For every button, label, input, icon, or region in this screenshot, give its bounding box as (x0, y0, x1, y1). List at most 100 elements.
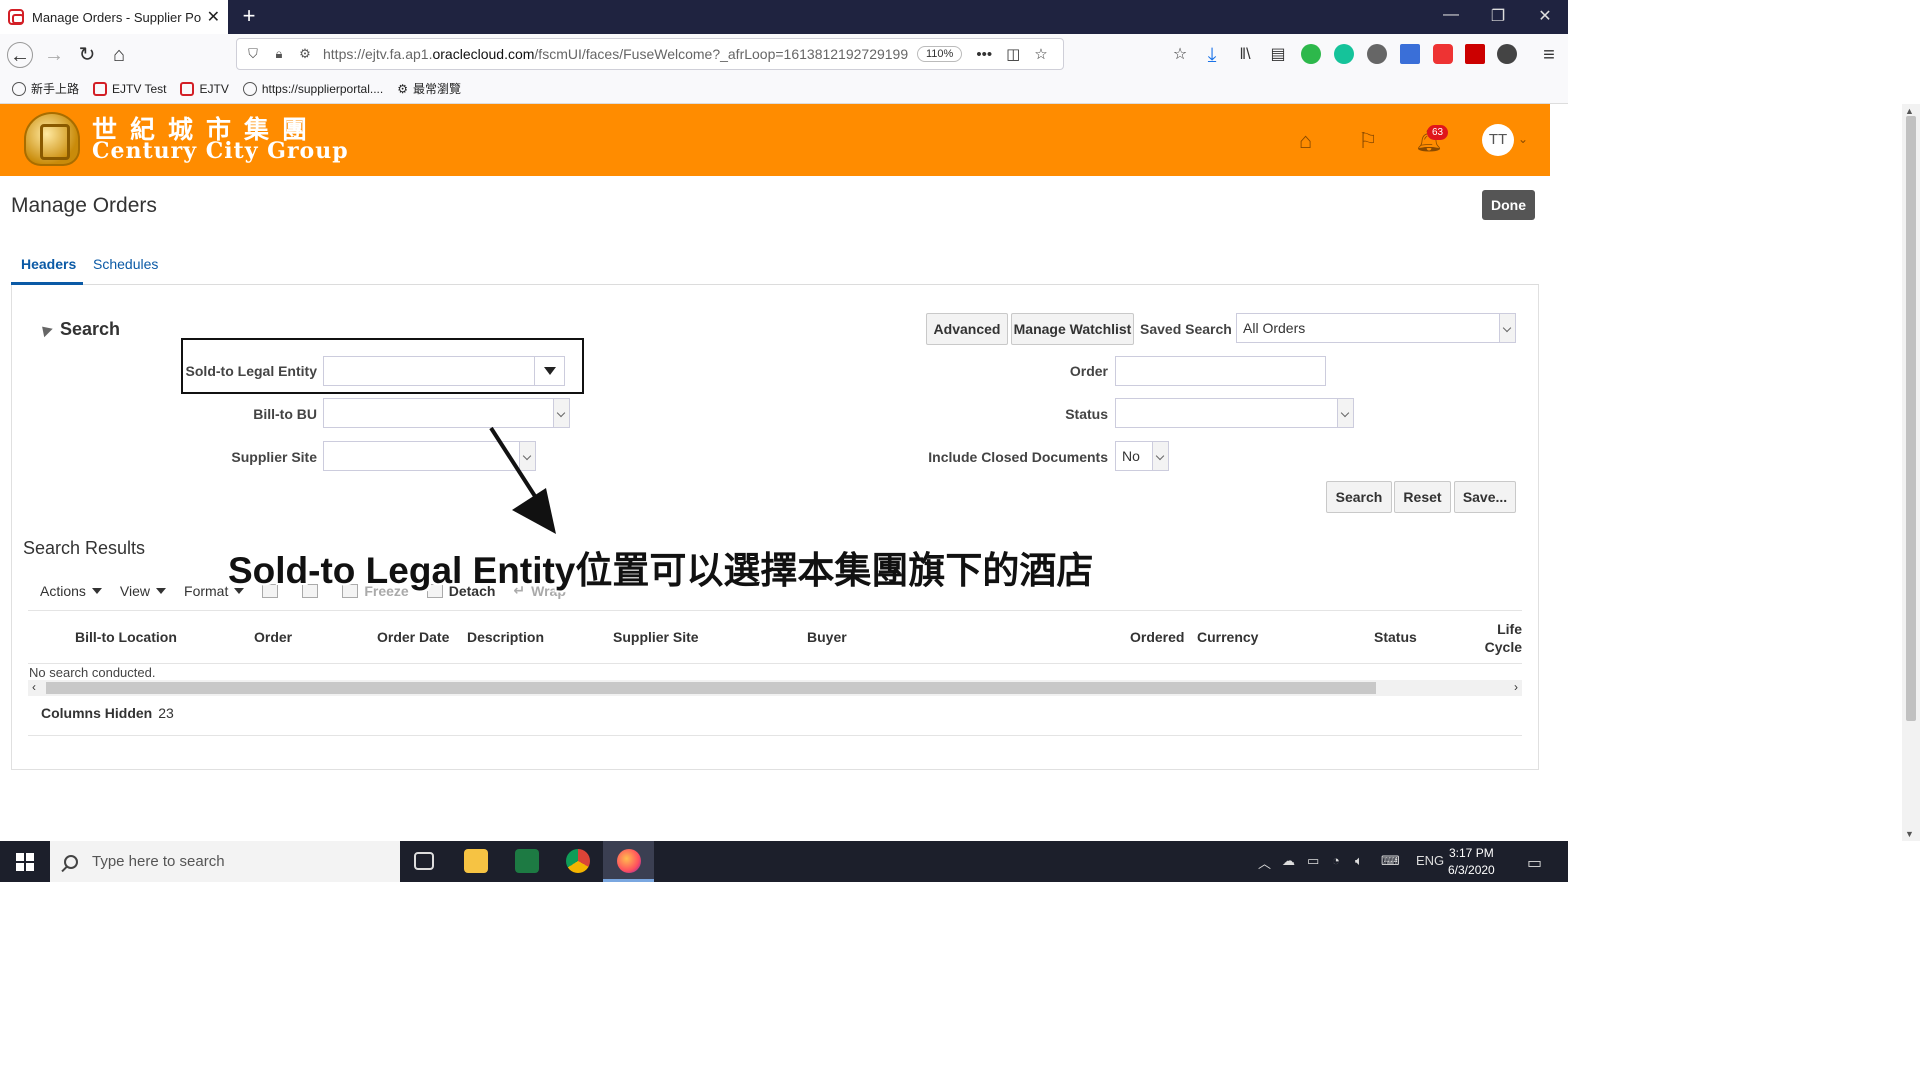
include-closed-select[interactable]: No (1115, 441, 1169, 471)
reading-list-icon[interactable]: ☆ (1167, 42, 1193, 68)
column-header[interactable]: Currency (1197, 629, 1258, 645)
chevron-up-icon[interactable]: ︿ (1258, 853, 1271, 872)
home-icon[interactable]: ⌂ (106, 42, 132, 68)
bookmark-item[interactable]: EJTV Test (93, 81, 166, 96)
window-close-icon[interactable]: ✕ (1530, 6, 1560, 26)
caret-down-icon (91, 587, 102, 594)
taskbar-search-box[interactable]: Type here to search (50, 841, 400, 882)
oracle-icon (93, 81, 108, 96)
done-button[interactable]: Done (1482, 190, 1535, 220)
browser-tab[interactable]: Manage Orders - Supplier Porta ✕ (0, 0, 228, 34)
chevron-down-icon[interactable] (1337, 399, 1353, 427)
column-header[interactable]: Order (254, 629, 292, 645)
forward-icon[interactable]: → (41, 42, 67, 68)
language-indicator[interactable]: ENG (1416, 853, 1444, 868)
scroll-right-icon[interactable]: › (1514, 680, 1518, 694)
column-header[interactable]: Ordered (1130, 629, 1184, 645)
actions-menu[interactable]: Actions (40, 583, 102, 599)
url-text[interactable]: https://ejtv.fa.ap1.oraclecloud.com/fscm… (323, 46, 911, 62)
file-explorer-icon[interactable] (464, 849, 488, 873)
download-icon[interactable]: ⤓ (1199, 42, 1225, 68)
volume-icon[interactable]: 🔈︎ (1355, 853, 1363, 869)
sold-to-legal-entity-select[interactable] (323, 356, 565, 386)
extension-pdf-icon[interactable] (1465, 44, 1485, 64)
page-actions-icon[interactable]: ••• (976, 46, 992, 63)
chevron-down-icon[interactable] (553, 399, 569, 427)
extension-check-icon[interactable] (1301, 44, 1321, 64)
minimize-icon[interactable]: — (1436, 6, 1466, 24)
extension-misc-icon[interactable] (1497, 44, 1517, 64)
firefox-icon[interactable] (617, 849, 641, 873)
scroll-thumb[interactable] (46, 682, 1376, 694)
avatar[interactable]: TT (1482, 124, 1514, 156)
extension-grammarly-icon[interactable] (1334, 44, 1354, 64)
reload-icon[interactable]: ↻ (74, 42, 100, 68)
scroll-thumb[interactable] (1906, 116, 1916, 721)
action-center-icon[interactable]: ▭ (1527, 853, 1542, 873)
scroll-left-icon[interactable]: ‹ (32, 680, 36, 694)
menu-icon[interactable]: ≡ (1536, 42, 1562, 68)
sidebar-icon[interactable]: ▤ (1265, 42, 1291, 68)
url-bar[interactable]: ⛉ 🔒︎ ⚙ https://ejtv.fa.ap1.oraclecloud.c… (236, 38, 1064, 70)
onedrive-icon[interactable]: ☁ (1282, 853, 1295, 869)
windows-start-icon[interactable] (16, 853, 34, 871)
century-city-logo-icon[interactable] (24, 112, 80, 166)
scroll-down-icon[interactable]: ▼ (1905, 829, 1914, 839)
bookmark-item[interactable]: EJTV (180, 81, 229, 96)
column-header[interactable]: Life Cycle (1476, 620, 1522, 656)
extension-bookmark-icon[interactable] (1400, 44, 1420, 64)
taskbar-clock[interactable]: 3:17 PM 6/3/2020 (1448, 845, 1495, 879)
status-select[interactable] (1115, 398, 1354, 428)
column-header[interactable]: Bill-to Location (75, 629, 177, 645)
reset-button[interactable]: Reset (1394, 481, 1451, 513)
search-section-header[interactable]: Search (37, 319, 120, 340)
home-icon[interactable]: ⌂ (1299, 128, 1312, 154)
chevron-down-icon[interactable]: ⌄ (1518, 132, 1528, 146)
pocket-icon[interactable]: ◫ (1006, 45, 1020, 63)
scroll-up-icon[interactable]: ▲ (1905, 106, 1914, 116)
save-search-button[interactable]: Save... (1454, 481, 1516, 513)
tab-headers[interactable]: Headers (21, 256, 76, 272)
chevron-down-icon[interactable] (1152, 442, 1168, 470)
column-header[interactable]: Buyer (807, 629, 847, 645)
task-view-icon[interactable] (414, 852, 434, 870)
battery-icon[interactable]: ▭ (1307, 853, 1319, 869)
bookmark-item[interactable]: https://supplierportal.... (242, 81, 383, 96)
vertical-scrollbar[interactable]: ▲ ▼ (1902, 104, 1920, 841)
column-header[interactable]: Status (1374, 629, 1417, 645)
zoom-level[interactable]: 110% (917, 46, 963, 62)
wifi-icon[interactable]: ◔ (1332, 853, 1340, 868)
flag-icon[interactable]: ⚐ (1358, 128, 1378, 154)
order-input[interactable] (1115, 356, 1326, 386)
chrome-icon[interactable] (566, 849, 590, 873)
view-menu[interactable]: View (120, 583, 167, 599)
tab-schedules[interactable]: Schedules (93, 256, 158, 272)
collapse-icon[interactable] (37, 322, 53, 338)
extension-account-icon[interactable] (1367, 44, 1387, 64)
library-icon[interactable]: ‖\ (1232, 42, 1258, 68)
horizontal-scrollbar[interactable]: ‹ › (28, 680, 1522, 696)
saved-search-select[interactable]: All Orders (1236, 313, 1516, 343)
excel-icon[interactable] (515, 849, 539, 873)
manage-watchlist-button[interactable]: Manage Watchlist (1011, 313, 1134, 345)
chevron-down-icon[interactable] (1499, 314, 1515, 342)
close-tab-icon[interactable]: ✕ (207, 7, 220, 27)
column-header[interactable]: Description (467, 629, 544, 645)
keyboard-icon[interactable]: ⌨ (1381, 853, 1400, 869)
column-header[interactable]: Order Date (377, 629, 449, 645)
column-header[interactable]: Supplier Site (613, 629, 699, 645)
search-button[interactable]: Search (1326, 481, 1392, 513)
bookmark-item[interactable]: 新手上路 (12, 80, 79, 97)
shield-icon[interactable]: ⛉ (243, 46, 263, 62)
permissions-icon[interactable]: ⚙ (295, 46, 315, 62)
bookmark-star-icon[interactable]: ☆ (1034, 45, 1047, 63)
restore-icon[interactable]: ❐ (1483, 6, 1513, 26)
bookmark-item[interactable]: ⚙ 最常瀏覽 (397, 80, 461, 97)
dropdown-arrow-icon[interactable] (534, 357, 564, 385)
back-icon[interactable]: ← (7, 42, 33, 68)
new-tab-icon[interactable]: + (236, 4, 262, 30)
lock-icon[interactable]: 🔒︎ (269, 46, 289, 62)
bill-to-bu-select[interactable] (323, 398, 570, 428)
extension-shield-icon[interactable] (1433, 44, 1453, 64)
advanced-button[interactable]: Advanced (926, 313, 1008, 345)
